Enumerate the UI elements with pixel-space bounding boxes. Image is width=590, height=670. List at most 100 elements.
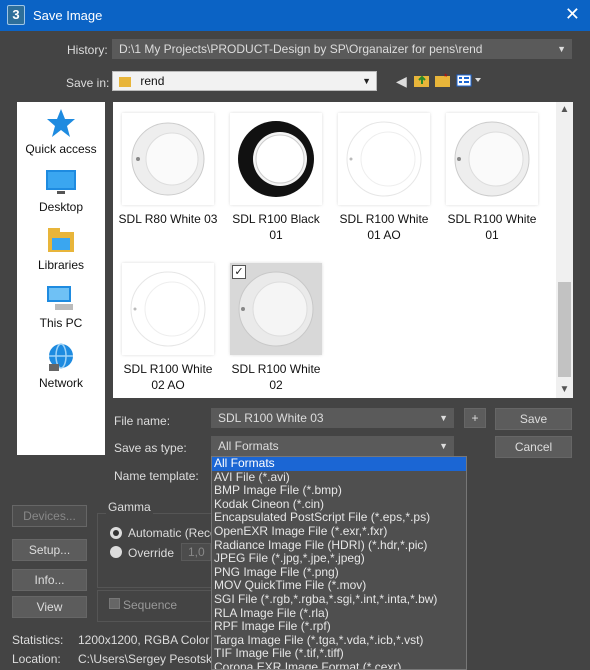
info-button[interactable]: Info... [12,569,87,591]
history-value: D:\1 My Projects\PRODUCT-Design by SP\Or… [119,42,483,56]
statistics-value: 1200x1200, RGBA Color 16 [78,633,211,647]
place-network[interactable]: Network [17,342,105,390]
format-option[interactable]: MOV QuickTime File (*.mov) [212,579,466,593]
file-item[interactable]: SDL R100 Black 01 [226,113,326,243]
save-as-type-select[interactable]: All Formats ▼ [211,436,454,456]
file-name: SDL R80 White 03 [118,212,218,226]
quick-access-icon [47,109,75,137]
folder-icon [119,76,131,87]
chevron-down-icon: ▼ [439,441,448,451]
network-icon [49,343,73,371]
place-libraries[interactable]: Libraries [17,226,105,272]
file-item-selected[interactable]: ✓ SDL R100 White 02 [226,263,326,393]
file-item[interactable]: SDL R100 White 01 AO [334,113,434,243]
chevron-down-icon: ▼ [557,44,566,54]
file-item[interactable]: SDL R80 White 03 [118,113,218,227]
thumbnail [446,113,538,205]
gamma-automatic-radio[interactable] [110,527,122,539]
save-as-type-label: Save as type: [114,441,187,455]
cancel-button[interactable]: Cancel [495,436,572,458]
close-icon[interactable]: ✕ [565,4,580,25]
place-desktop[interactable]: Desktop [17,168,105,214]
place-quick-access[interactable]: Quick access [17,108,105,156]
format-option[interactable]: Radiance Image File (HDRI) (*.hdr,*.pic) [212,538,466,553]
format-option[interactable]: All Formats [212,457,466,471]
gamma-automatic-label: Automatic (Recon [128,526,224,540]
desktop-icon [46,170,76,194]
history-combo[interactable]: D:\1 My Projects\PRODUCT-Design by SP\Or… [112,39,572,59]
format-option[interactable]: Targa Image File (*.tga,*.vda,*.icb,*.vs… [212,633,466,648]
add-button[interactable]: + [464,408,486,428]
places-bar: Quick access Desktop Libraries This PC N… [17,102,105,455]
format-option[interactable]: Kodak Cineon (*.cin) [212,497,466,512]
format-option[interactable]: PNG Image File (*.png) [212,565,466,580]
this-pc-icon [47,286,73,310]
back-arrow-icon[interactable]: ◀ [396,72,407,90]
app-icon: 3 [7,5,25,25]
file-list[interactable]: SDL R80 White 03 SDL R100 Black 01 SDL R… [113,102,573,398]
thumbnail: ✓ [230,263,322,355]
save-in-value: rend [140,74,165,88]
format-option[interactable]: OpenEXR Image File (*.exr,*.fxr) [212,524,466,539]
file-name-value: SDL R100 White 03 [218,411,324,425]
place-label: Desktop [38,200,84,214]
vertical-scrollbar[interactable]: ▲ ▼ [556,102,573,398]
sequence-label: Sequence [123,598,178,612]
format-option[interactable]: Encapsulated PostScript File (*.eps,*.ps… [212,511,466,525]
format-option[interactable]: RLA Image File (*.rla) [212,606,466,621]
view-button[interactable]: View [12,596,87,618]
chevron-down-icon: ▼ [439,413,448,423]
thumbnail [122,113,214,205]
format-option[interactable]: SGI File (*.rgb,*.rgba,*.sgi,*.int,*.int… [212,592,466,607]
save-in-label: Save in: [66,76,110,90]
scroll-up-icon[interactable]: ▲ [556,102,573,118]
format-option[interactable]: JPEG File (*.jpg,*.jpe,*.jpeg) [212,552,466,566]
format-option[interactable]: RPF Image File (*.rpf) [212,620,466,634]
file-item[interactable]: SDL R100 White 01 [442,113,542,243]
file-name-input[interactable]: SDL R100 White 03 ▼ [211,408,454,428]
location-value: C:\Users\Sergey Pesotsky\D [78,652,211,666]
gamma-override-radio[interactable] [110,546,122,558]
svg-text:*: * [444,72,448,82]
view-menu-icon[interactable] [456,72,484,90]
libraries-icon [48,228,74,252]
place-label: Network [38,376,83,390]
thumbnail [230,113,322,205]
file-name: SDL R100 White 01 AO [339,212,429,242]
save-button[interactable]: Save [495,408,572,430]
file-item[interactable]: SDL R100 White 02 AO [118,263,218,393]
format-option[interactable]: TIF Image File (*.tif,*.tiff) [212,647,466,661]
title-bar: 3 Save Image ✕ [0,0,590,31]
statistics-label: Statistics: [12,633,64,647]
place-this-pc[interactable]: This PC [17,284,105,330]
place-label: Libraries [37,258,85,272]
sequence-checkbox[interactable] [109,598,120,609]
window-title: Save Image [33,8,103,23]
scroll-thumb[interactable] [558,282,571,377]
save-as-type-value: All Formats [218,439,279,453]
scroll-down-icon[interactable]: ▼ [556,382,573,398]
new-folder-icon[interactable]: * [434,72,452,90]
location-label: Location: [12,652,61,666]
chevron-down-icon: ▼ [362,76,371,86]
format-dropdown-list[interactable]: All Formats AVI File (*.avi) BMP Image F… [211,456,467,670]
file-name: SDL R100 Black 01 [232,212,320,242]
setup-button[interactable]: Setup... [12,539,87,561]
format-option[interactable]: Corona EXR Image Format (*.cexr) [212,660,466,669]
history-label: History: [67,43,108,57]
format-option[interactable]: BMP Image File (*.bmp) [212,484,466,498]
place-label: This PC [39,316,83,330]
checkbox-checked-icon[interactable]: ✓ [232,265,246,279]
file-name-label: File name: [114,414,171,428]
up-folder-icon[interactable] [413,72,431,90]
name-template-label: Name template: [114,469,199,483]
devices-button[interactable]: Devices... [12,505,87,527]
gamma-title: Gamma [106,500,153,514]
file-name: SDL R100 White 02 [231,362,321,392]
gamma-override-value[interactable]: 1,0 [181,543,211,561]
format-option[interactable]: AVI File (*.avi) [212,470,466,485]
thumbnail [122,263,214,355]
file-name: SDL R100 White 02 AO [123,362,213,392]
save-in-combo[interactable]: rend ▼ [112,71,377,91]
gamma-override-label: Override [128,546,175,560]
